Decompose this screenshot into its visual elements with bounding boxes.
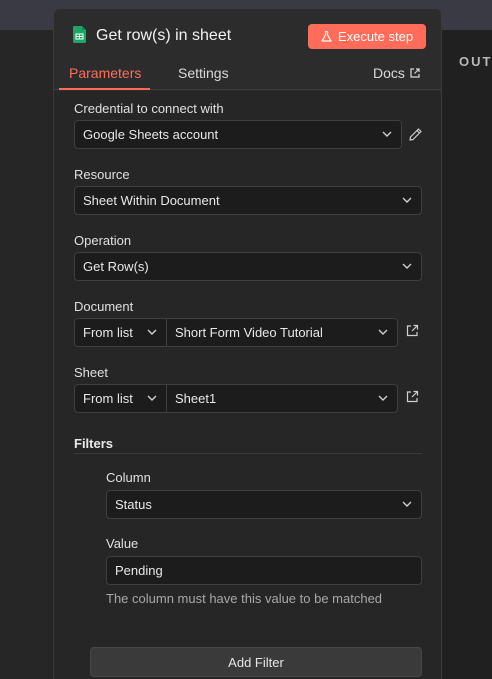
document-select[interactable]: Short Form Video Tutorial — [167, 318, 398, 347]
docs-link[interactable]: Docs — [373, 65, 420, 81]
credential-select[interactable]: Google Sheets account — [74, 120, 402, 149]
external-link-icon — [410, 68, 420, 78]
tab-parameters[interactable]: Parameters — [69, 65, 141, 81]
chevron-down-icon — [378, 329, 388, 335]
resource-value: Sheet Within Document — [83, 193, 220, 208]
resource-select[interactable]: Sheet Within Document — [74, 186, 422, 215]
tab-settings[interactable]: Settings — [178, 65, 229, 81]
docs-label: Docs — [373, 65, 405, 81]
chevron-down-icon — [147, 395, 157, 401]
filter-value-hint: The column must have this value to be ma… — [106, 591, 383, 606]
operation-label: Operation — [74, 233, 132, 248]
sheet-label: Sheet — [74, 365, 108, 380]
google-sheets-icon — [73, 26, 86, 43]
operation-value: Get Row(s) — [83, 259, 149, 274]
open-document-external-icon[interactable] — [406, 324, 419, 337]
document-mode-select[interactable]: From list — [74, 318, 167, 347]
sheet-mode-select[interactable]: From list — [74, 384, 167, 413]
filter-column-select[interactable]: Status — [106, 490, 422, 519]
filters-heading: Filters — [74, 436, 114, 451]
canvas-left-pane — [0, 30, 53, 679]
filters-divider — [74, 453, 422, 454]
filter-value-text: Pending — [115, 563, 163, 578]
document-mode-value: From list — [83, 325, 133, 340]
operation-select[interactable]: Get Row(s) — [74, 252, 422, 281]
open-sheet-external-icon[interactable] — [406, 390, 419, 403]
parameters-form: Credential to connect with Google Sheets… — [54, 91, 441, 679]
node-parameters-panel: Get row(s) in sheet Execute step Paramet… — [53, 9, 442, 679]
flask-icon — [321, 31, 332, 42]
panel-title: Get row(s) in sheet — [96, 27, 232, 44]
sheet-mode-value: From list — [83, 391, 133, 406]
sheet-select[interactable]: Sheet1 — [167, 384, 398, 413]
execute-step-button[interactable]: Execute step — [308, 24, 426, 49]
chevron-down-icon — [402, 501, 412, 507]
credential-value: Google Sheets account — [83, 127, 219, 142]
filter-value-input[interactable]: Pending — [106, 556, 422, 585]
chevron-down-icon — [402, 197, 412, 203]
filter-value-label: Value — [106, 536, 139, 551]
filter-column-value: Status — [115, 497, 152, 512]
resource-label: Resource — [74, 167, 130, 182]
panel-header: Get row(s) in sheet Execute step — [54, 9, 441, 61]
output-pane — [442, 30, 492, 679]
credential-label: Credential to connect with — [74, 101, 224, 116]
chevron-down-icon — [382, 131, 392, 137]
chevron-down-icon — [147, 329, 157, 335]
add-filter-button[interactable]: Add Filter — [90, 647, 422, 677]
output-pane-title: OUT — [459, 54, 492, 69]
edit-pencil-icon[interactable] — [409, 128, 422, 141]
execute-step-label: Execute step — [337, 29, 414, 44]
sheet-value: Sheet1 — [175, 391, 217, 406]
document-label: Document — [74, 299, 134, 314]
chevron-down-icon — [378, 395, 388, 401]
add-filter-label: Add Filter — [228, 654, 284, 670]
document-value: Short Form Video Tutorial — [175, 325, 323, 340]
active-tab-indicator — [59, 88, 150, 90]
panel-tabs: Parameters Settings Docs — [54, 61, 441, 90]
filter-column-label: Column — [106, 470, 151, 485]
chevron-down-icon — [402, 263, 412, 269]
